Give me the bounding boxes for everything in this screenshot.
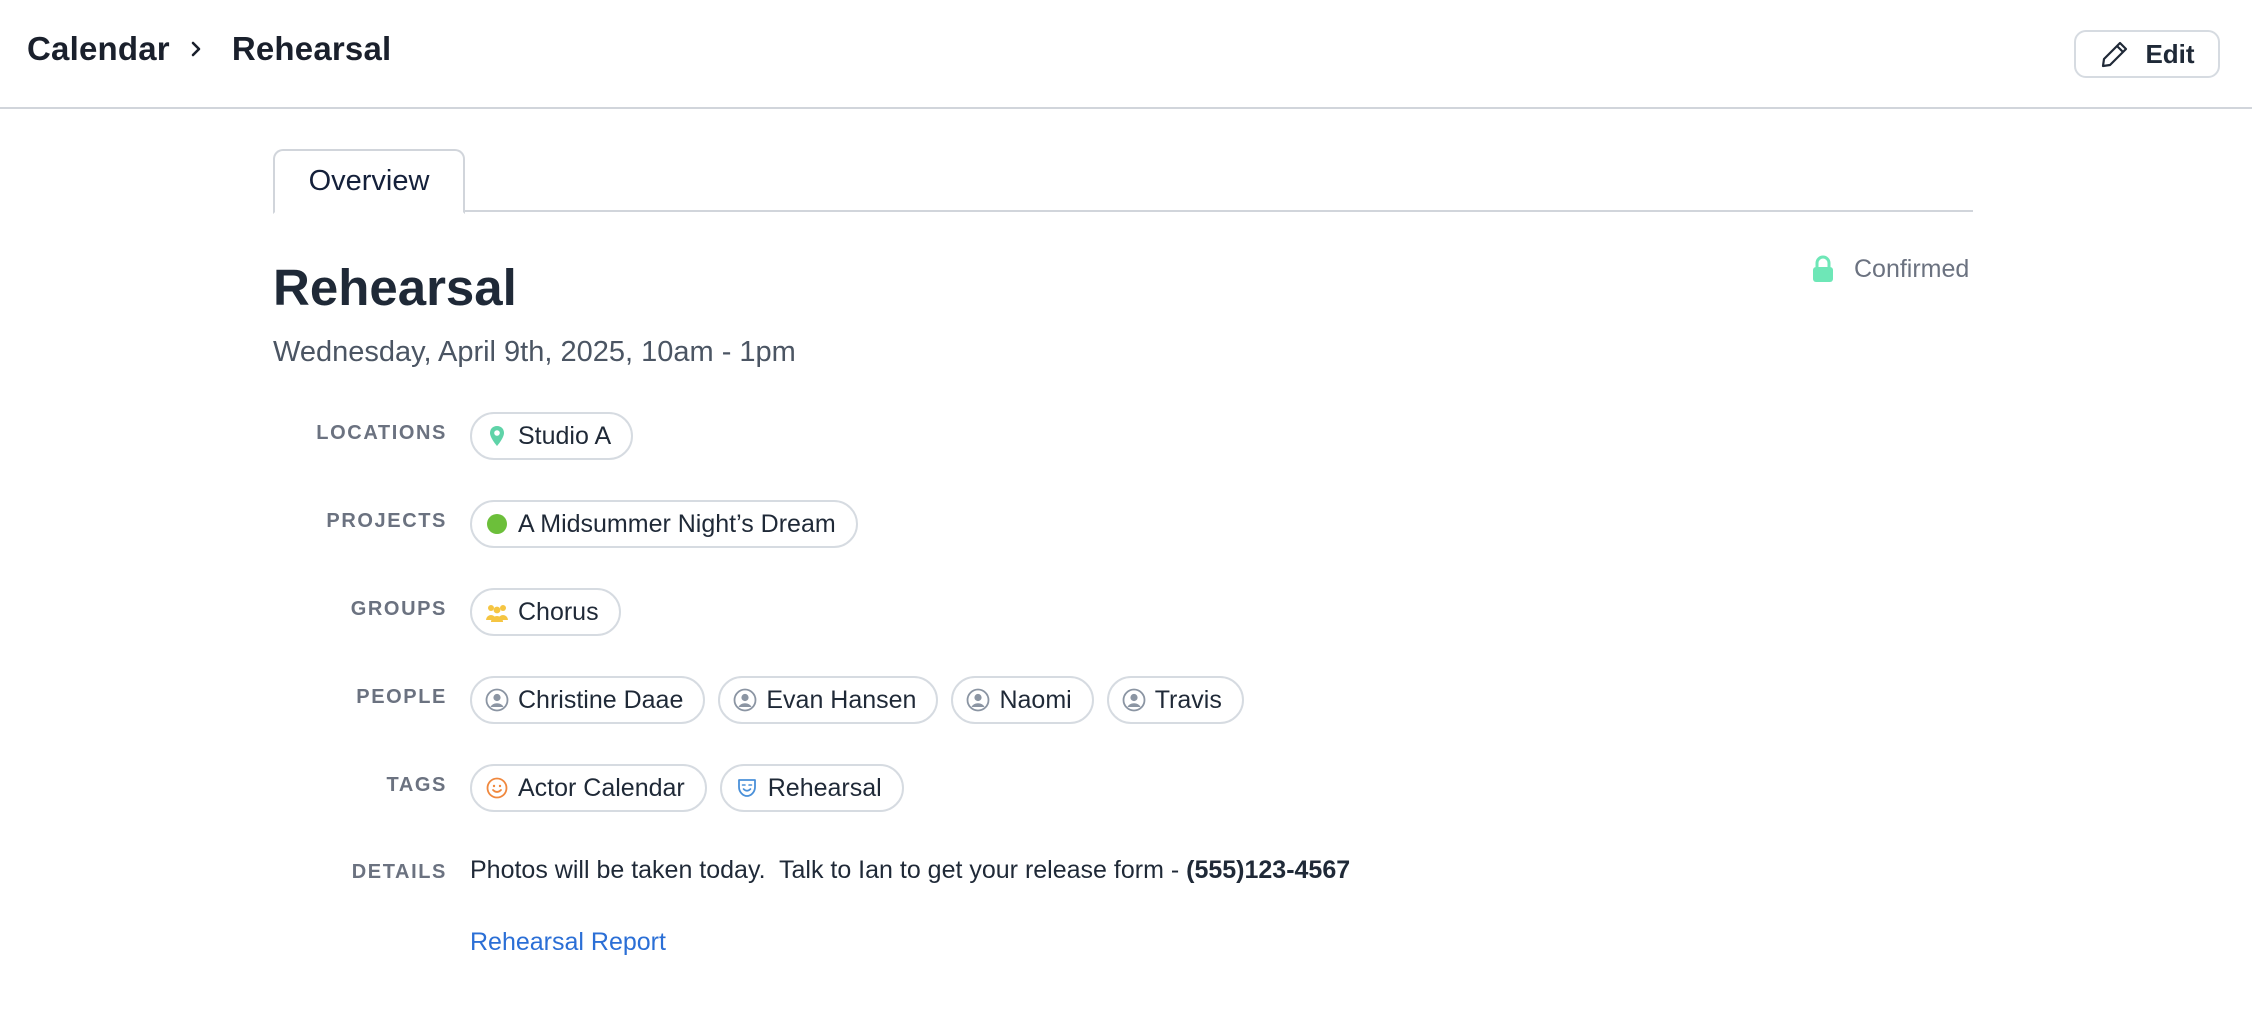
pencil-icon [2102,41,2128,68]
user-avatar-icon [733,688,757,712]
groups-label: GROUPS [350,598,447,620]
groups-row: GROUPS Chorus [0,588,2252,636]
tab-bar: Overview [273,149,1973,214]
top-bar: Calendar Rehearsal Edit [0,0,2252,109]
event-title: Rehearsal [273,259,517,316]
group-icon [486,605,508,622]
map-pin-icon [490,426,504,446]
groups-list: Chorus [470,588,621,636]
location-name: Studio A [518,421,612,450]
person-chip[interactable]: Naomi [951,676,1094,724]
user-avatar-icon [967,688,990,712]
tag-chip[interactable]: Rehearsal [719,764,904,812]
person-chip[interactable]: Evan Hansen [718,676,939,724]
person-name: Travis [1154,685,1222,714]
projects-row: PROJECTS A Midsummer Night’s Dream [0,500,2252,548]
status-badge: Confirmed [1810,254,1969,284]
locations-label: LOCATIONS [316,422,447,444]
people-label: PEOPLE [356,686,447,708]
lock-icon [1813,255,1833,282]
project-dot-icon [487,514,507,534]
person-name: Christine Daae [518,685,684,714]
breadcrumb: Calendar Rehearsal [27,30,391,68]
projects-label: PROJECTS [326,510,447,532]
person-name: Evan Hansen [766,685,917,714]
group-chip[interactable]: Chorus [470,588,621,636]
locations-row: LOCATIONS Studio A [0,412,2252,460]
rehearsal-report-link[interactable]: Rehearsal Report [470,928,666,957]
project-name: A Midsummer Night’s Dream [518,509,836,538]
locations-list: Studio A [470,412,634,460]
project-chip[interactable]: A Midsummer Night’s Dream [470,500,858,548]
event-datetime: Wednesday, April 9th, 2025, 10am - 1pm [273,336,796,368]
details-body: Photos will be taken today. Talk to Ian … [470,856,1187,884]
chevron-right-icon [191,41,201,57]
person-name: Naomi [999,685,1072,714]
location-chip[interactable]: Studio A [470,412,634,460]
details-phone: (555)123-4567 [1186,856,1351,884]
details-label: DETAILS [351,861,447,883]
user-avatar-icon [1122,688,1146,712]
smile-icon [486,777,508,799]
theater-mask-icon [737,779,756,797]
breadcrumb-calendar-link[interactable]: Calendar [27,30,170,68]
group-name: Chorus [518,597,599,626]
breadcrumb-current: Rehearsal [231,30,392,67]
status-label: Confirmed [1854,254,1970,283]
edit-button-label: Edit [2145,38,2195,69]
people-row: PEOPLE Christine Daae Evan Hansen Naomi … [0,676,2252,724]
tag-name: Actor Calendar [518,773,685,802]
user-avatar-icon [485,688,509,712]
projects-list: A Midsummer Night’s Dream [470,500,858,548]
person-chip[interactable]: Christine Daae [470,676,706,724]
tag-chip[interactable]: Actor Calendar [470,764,707,812]
tag-name: Rehearsal [767,773,882,802]
people-list: Christine Daae Evan Hansen Naomi Travis [470,676,1244,724]
details-text: Photos will be taken today. Talk to Ian … [470,856,1350,885]
tags-row: TAGS Actor Calendar Rehearsal [0,764,2252,812]
edit-button[interactable]: Edit [2074,30,2220,78]
tags-list: Actor Calendar Rehearsal [470,764,904,812]
tab-overview[interactable]: Overview [273,149,465,214]
tags-label: TAGS [386,774,447,796]
person-chip[interactable]: Travis [1106,676,1244,724]
